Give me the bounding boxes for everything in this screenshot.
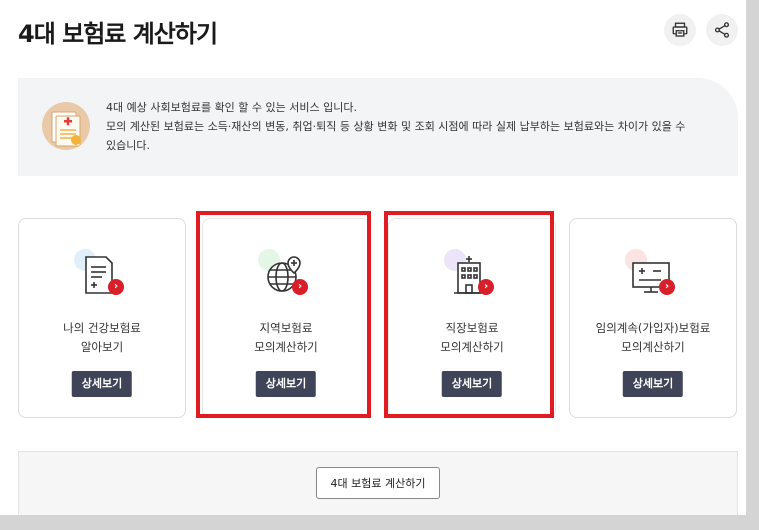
card-health-insurance: › 나의 건강보험료 알아보기 상세보기 bbox=[18, 218, 186, 418]
arrow-right-icon: › bbox=[108, 279, 124, 295]
card-icon-wrap: › bbox=[72, 249, 132, 309]
arrow-right-icon: › bbox=[478, 279, 494, 295]
card-icon-wrap: › bbox=[442, 249, 502, 309]
card-label: 임의계속(가입자)보험료 모의계산하기 bbox=[595, 321, 711, 354]
card-regional-insurance: › 지역보험료 모의계산하기 상세보기 bbox=[202, 218, 370, 418]
page-container: 4대 보험료 계산하기 4대 예상 사회보험료를 확인 할 수 있는 서비스 입… bbox=[0, 0, 746, 515]
card-icon-wrap: › bbox=[623, 249, 683, 309]
card-voluntary-insurance: › 임의계속(가입자)보험료 모의계산하기 상세보기 bbox=[569, 218, 737, 418]
page-title: 4대 보험료 계산하기 bbox=[18, 20, 218, 48]
notice-line-3: 있습니다. bbox=[106, 139, 150, 152]
arrow-right-icon: › bbox=[292, 279, 308, 295]
share-button[interactable] bbox=[706, 14, 738, 46]
detail-button-voluntary[interactable]: 상세보기 bbox=[622, 371, 684, 397]
card-label: 지역보험료 모의계산하기 bbox=[254, 321, 318, 354]
notice-line-1: 4대 예상 사회보험료를 확인 할 수 있는 서비스 입니다. bbox=[106, 101, 357, 114]
share-icon bbox=[714, 22, 730, 38]
card-label: 나의 건강보험료 알아보기 bbox=[63, 321, 141, 354]
notice-text: 4대 예상 사회보험료를 확인 할 수 있는 서비스 입니다. 모의 계산된 보… bbox=[106, 98, 716, 155]
printer-icon bbox=[672, 22, 688, 37]
insurance-document-icon bbox=[42, 102, 90, 150]
card-icon-wrap: › bbox=[256, 249, 316, 309]
detail-button-health[interactable]: 상세보기 bbox=[71, 371, 133, 397]
print-button[interactable] bbox=[664, 14, 696, 46]
card-label: 직장보험료 모의계산하기 bbox=[440, 321, 504, 354]
card-workplace-insurance: › 직장보험료 모의계산하기 상세보기 bbox=[388, 218, 556, 418]
notice-line-2: 모의 계산된 보험료는 소득·재산의 변동, 취업·퇴직 등 상황 변화 및 조… bbox=[106, 120, 686, 133]
detail-button-regional[interactable]: 상세보기 bbox=[255, 371, 317, 397]
arrow-right-icon: › bbox=[659, 279, 675, 295]
calculate-insurance-button[interactable]: 4대 보험료 계산하기 bbox=[316, 467, 440, 499]
service-notice: 4대 예상 사회보험료를 확인 할 수 있는 서비스 입니다. 모의 계산된 보… bbox=[18, 78, 738, 176]
detail-button-workplace[interactable]: 상세보기 bbox=[441, 371, 503, 397]
